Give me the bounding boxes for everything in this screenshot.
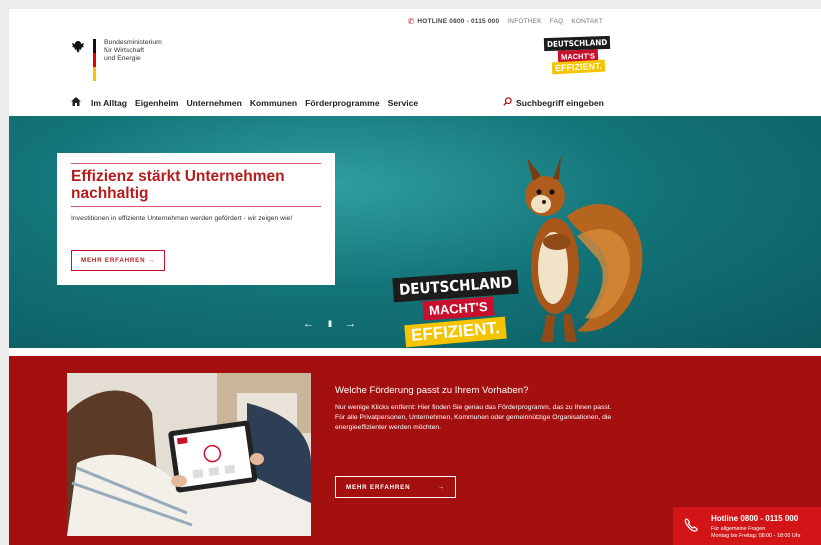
funding-more-button[interactable]: MEHR ERFAHREN → xyxy=(335,476,456,498)
phone-icon xyxy=(683,517,699,536)
hero-campaign-sign: DEUTSCHLAND MACHT'S EFFIZIENT. xyxy=(389,268,529,348)
infothek-link[interactable]: INFOTHEK xyxy=(507,18,541,25)
federal-eagle-icon xyxy=(72,41,84,53)
search-icon xyxy=(503,97,512,108)
funding-text: Nur wenige Klicks entfernt: Hier finden … xyxy=(335,404,612,431)
kontakt-link[interactable]: KONTAKT xyxy=(571,18,603,25)
hero-sign-line-2: MACHT'S xyxy=(422,296,495,321)
hero-sign-line-3: EFFIZIENT. xyxy=(404,316,507,348)
hero-card-rule-top xyxy=(71,163,321,164)
main-nav: Im Alltag Eigenheim Unternehmen Kommunen… xyxy=(71,97,418,108)
slider-controls: ← II → xyxy=(303,318,356,330)
home-icon[interactable] xyxy=(71,97,81,108)
arrow-right-icon[interactable]: → xyxy=(345,318,356,330)
campaign-logo-line-1: DEUTSCHLAND xyxy=(543,35,611,52)
ministry-line-2: für Wirtschaft xyxy=(104,47,145,55)
hotline-link[interactable]: ✆ HOTLINE 0800 - 0115 000 xyxy=(407,17,499,26)
german-flag-bar xyxy=(93,39,96,81)
search-trigger[interactable]: Suchbegriff eingeben xyxy=(503,97,604,108)
hero-text: Investitionen in effiziente Unternehmen … xyxy=(71,215,293,222)
hero-sign-line-1: DEUTSCHLAND xyxy=(392,269,519,303)
funding-title: Welche Förderung passt zu Ihrem Vorhaben… xyxy=(335,385,529,396)
ministry-line-3: und Energie xyxy=(104,55,141,63)
faq-link[interactable]: FAQ xyxy=(550,18,564,25)
hero-teaser-card: Effizienz stärkt Unternehmen nachhaltig … xyxy=(57,153,335,285)
hero-card-rule-bottom xyxy=(71,206,321,207)
hero-title: Effizienz stärkt Unternehmen nachhaltig xyxy=(71,168,285,202)
arrow-left-icon[interactable]: ← xyxy=(303,318,314,330)
nav-item-service[interactable]: Service xyxy=(388,98,419,108)
pause-icon[interactable]: II xyxy=(328,319,332,329)
ministry-line-1: Bundesministerium xyxy=(104,39,162,46)
nav-item-foerderprogramme[interactable]: Förderprogramme xyxy=(305,98,380,108)
page: ✆ HOTLINE 0800 - 0115 000 INFOTHEK FAQ K… xyxy=(9,9,821,545)
nav-item-eigenheim[interactable]: Eigenheim xyxy=(135,98,178,108)
top-bar: ✆ HOTLINE 0800 - 0115 000 INFOTHEK FAQ K… xyxy=(407,17,603,26)
campaign-logo-line-3: EFFIZIENT. xyxy=(551,59,606,75)
hero-slider: Effizienz stärkt Unternehmen nachhaltig … xyxy=(9,116,821,348)
hotline-box-subtext: Für allgemeine Fragen Montag bis Freitag… xyxy=(711,526,801,539)
hotline-label: HOTLINE 0800 - 0115 000 xyxy=(417,18,500,25)
nav-item-im-alltag[interactable]: Im Alltag xyxy=(91,98,127,108)
nav-item-unternehmen[interactable]: Unternehmen xyxy=(186,98,241,108)
nav-item-kommunen[interactable]: Kommunen xyxy=(250,98,297,108)
hero-more-button[interactable]: MEHR ERFAHREN → xyxy=(71,250,165,271)
ministry-logo[interactable]: Bundesministerium für Wirtschaft und Ene… xyxy=(71,39,162,81)
campaign-logo[interactable]: DEUTSCHLAND MACHT'S EFFIZIENT. xyxy=(543,35,611,81)
funding-more-label: MEHR ERFAHREN xyxy=(346,483,411,491)
ministry-name: Bundesministerium für Wirtschaft und Ene… xyxy=(104,39,162,64)
hotline-floating-box[interactable]: Hotline 0800 - 0115 000 Für allgemeine F… xyxy=(673,507,821,545)
hotline-box-title: Hotline 0800 - 0115 000 xyxy=(711,514,799,523)
tablet-user-photo xyxy=(67,373,311,536)
arrow-right-icon: → xyxy=(438,483,445,491)
hotline-box-sub-2: Montag bis Freitag: 08:00 - 18:00 Uhr xyxy=(711,532,801,539)
phone-icon: ✆ xyxy=(407,17,415,26)
search-label: Suchbegriff eingeben xyxy=(516,97,604,108)
